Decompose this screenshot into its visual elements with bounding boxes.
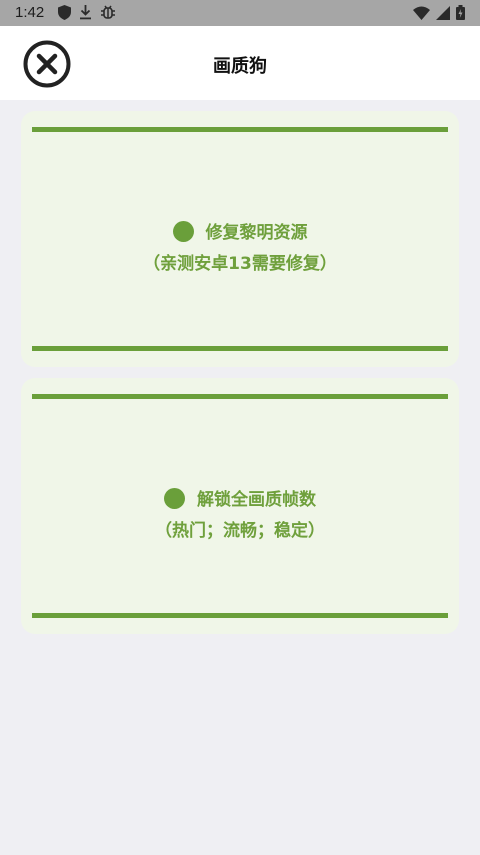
card-subtitle: （热门；流畅；稳定）	[155, 521, 325, 541]
card-bottom-bar	[32, 346, 448, 351]
card-title: 解锁全画质帧数	[197, 490, 316, 510]
repair-resources-card[interactable]: 修复黎明资源 （亲测安卓13需要修复）	[21, 111, 459, 367]
wifi-icon	[413, 6, 430, 20]
card-title-row: 解锁全画质帧数	[21, 485, 459, 510]
status-left-icons	[58, 5, 116, 20]
download-icon	[80, 5, 91, 20]
battery-icon	[456, 5, 465, 20]
card-title-row: 修复黎明资源	[21, 218, 459, 243]
card-top-bar	[32, 127, 448, 132]
status-bar: 1:42	[0, 0, 480, 26]
bug-icon	[101, 5, 115, 19]
bullet-dot-icon	[164, 488, 185, 509]
status-right-icons	[413, 5, 465, 20]
signal-icon	[436, 5, 450, 20]
app-bar: 画质狗	[0, 26, 480, 100]
status-time: 1:42	[15, 4, 45, 21]
shield-icon	[58, 5, 71, 20]
unlock-fps-card[interactable]: 解锁全画质帧数 （热门；流畅；稳定）	[21, 378, 459, 634]
card-subtitle: （亲测安卓13需要修复）	[143, 254, 337, 274]
page-title: 画质狗	[213, 56, 267, 77]
card-title: 修复黎明资源	[205, 223, 308, 243]
bullet-dot-icon	[172, 221, 194, 242]
card-top-bar	[32, 394, 448, 399]
card-bottom-bar	[32, 613, 448, 618]
